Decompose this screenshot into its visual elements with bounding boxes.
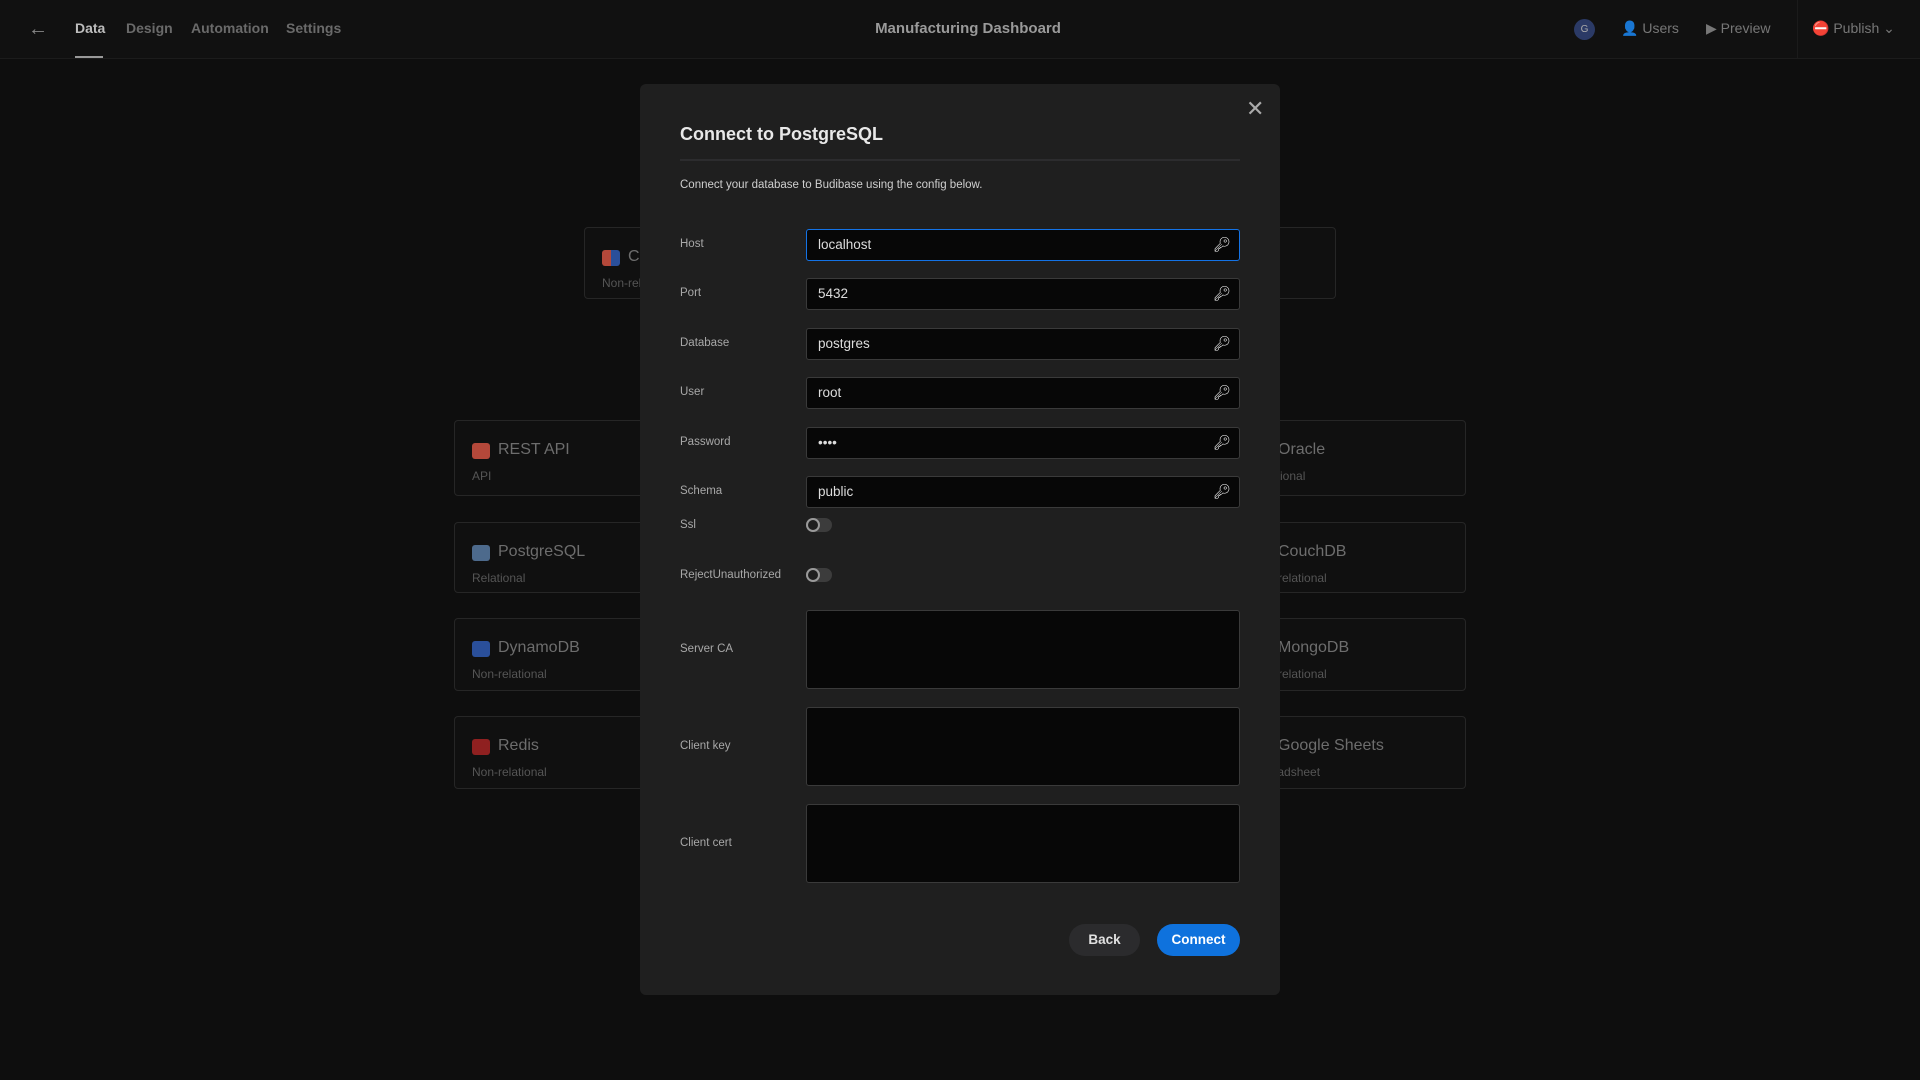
field-label: Host [680, 238, 704, 250]
play-icon: ▶ [1706, 20, 1717, 36]
users-button[interactable]: 👤 Users [1621, 20, 1679, 37]
datasource-icon [472, 545, 490, 561]
textarea-label: Client key [680, 740, 731, 752]
modal-description: Connect your database to Budibase using … [680, 179, 983, 191]
datasource-icon [472, 443, 490, 459]
client-key-textarea[interactable] [806, 707, 1240, 786]
toggle-label: Ssl [680, 519, 696, 531]
avatar[interactable]: G [1574, 19, 1595, 40]
back-button[interactable]: Back [1069, 924, 1140, 956]
publish-button[interactable]: ⛔ Publish ⌄ [1812, 20, 1895, 37]
budibase-db-icon [602, 250, 620, 266]
close-icon[interactable]: ✕ [1246, 96, 1264, 122]
textarea-label: Server CA [680, 643, 734, 655]
port-input[interactable]: 5432 🔑︎ [806, 278, 1240, 311]
client-cert-textarea[interactable] [806, 804, 1240, 883]
ssl-toggle[interactable] [806, 518, 832, 532]
field-label: User [680, 386, 705, 399]
card-name: CouchDB [1278, 543, 1347, 560]
card-name: REST API [498, 441, 570, 458]
datasource-icon [472, 641, 490, 657]
card-name: PostgreSQL [498, 543, 586, 560]
connect-modal: ✕ Connect to PostgreSQL Connect your dat… [640, 84, 1280, 995]
top-bar: ← Data Design Automation Settings Manufa… [0, 0, 1920, 59]
users-label: Users [1642, 20, 1679, 36]
card-type: Non-relational [472, 765, 547, 779]
connect-button[interactable]: Connect [1157, 924, 1240, 956]
key-icon[interactable]: 🔑︎ [1213, 384, 1231, 401]
key-icon[interactable]: 🔑︎ [1213, 335, 1231, 352]
toggle-label: RejectUnauthorized [680, 569, 782, 581]
publish-icon: ⛔ [1812, 20, 1830, 36]
textarea-label: Client cert [680, 837, 732, 849]
preview-button[interactable]: ▶ Preview [1706, 20, 1770, 37]
rejectunauthorized-toggle[interactable] [806, 568, 832, 582]
card-type: API [472, 469, 492, 483]
datasource-icon [472, 739, 490, 755]
card-name: Redis [498, 737, 539, 754]
key-icon[interactable]: 🔑︎ [1213, 285, 1231, 302]
key-icon[interactable]: 🔑︎ [1213, 483, 1231, 500]
password-input[interactable]: •••• 🔑︎ [806, 426, 1240, 459]
card-name: Oracle [1278, 441, 1326, 458]
modal-title: Connect to PostgreSQL [680, 124, 884, 144]
host-input[interactable]: localhost 🔑︎ [806, 229, 1240, 261]
field-label: Password [680, 435, 731, 448]
card-name: Google Sheets [1278, 737, 1384, 754]
user-icon: 👤 [1621, 20, 1639, 36]
schema-input[interactable]: public 🔑︎ [806, 476, 1240, 508]
publish-label: Publish [1833, 20, 1880, 36]
user-input[interactable]: root 🔑︎ [806, 377, 1240, 410]
input-value: localhost [818, 237, 872, 252]
input-value: postgres [818, 335, 870, 351]
database-input[interactable]: postgres 🔑︎ [806, 327, 1240, 360]
active-tab-indicator [75, 56, 103, 58]
key-icon[interactable]: 🔑︎ [1213, 236, 1231, 253]
card-type: Relational [472, 571, 526, 585]
divider [1797, 0, 1798, 58]
preview-label: Preview [1720, 20, 1771, 36]
card-name: MongoDB [1278, 639, 1350, 656]
field-label: Database [680, 336, 730, 349]
input-value: 5432 [818, 286, 849, 302]
key-icon[interactable]: 🔑︎ [1213, 434, 1231, 451]
chevron-down-icon: ⌄ [1883, 20, 1895, 36]
title-divider [680, 159, 1240, 161]
input-value: public [818, 484, 854, 499]
field-label: Port [680, 287, 702, 300]
card-name: DynamoDB [498, 639, 580, 656]
input-value: •••• [818, 434, 837, 450]
field-label: Schema [680, 485, 723, 497]
card-type: Non-relational [472, 667, 547, 681]
server-ca-textarea[interactable] [806, 610, 1240, 689]
input-value: root [818, 385, 842, 401]
